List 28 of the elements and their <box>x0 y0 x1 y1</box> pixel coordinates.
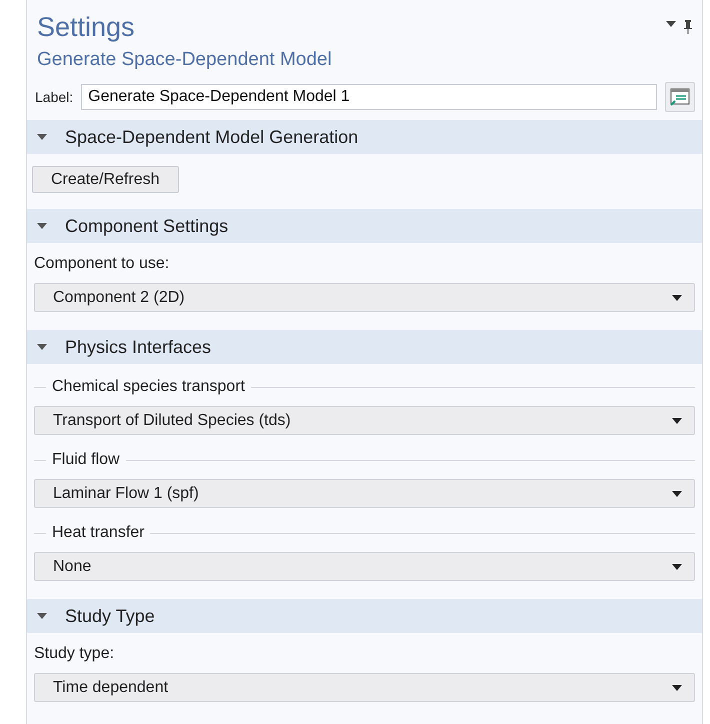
label-field[interactable]: Generate Space-Dependent Model 1 <box>81 84 657 110</box>
group-label: Heat transfer <box>52 524 144 542</box>
section-header[interactable]: Study Type <box>27 599 702 633</box>
dropdown[interactable]: Time dependent <box>34 673 695 702</box>
panel-title: Settings <box>37 11 135 44</box>
group-label: Chemical species transport <box>52 378 245 396</box>
caret-icon <box>672 564 682 570</box>
group-label: Fluid flow <box>52 451 120 469</box>
panel-subtitle: Generate Space-Dependent Model <box>36 48 333 70</box>
comment-icon <box>670 88 690 106</box>
field-label: Component to use: <box>34 255 170 273</box>
dropdown-icon[interactable] <box>666 20 676 28</box>
dropdown[interactable]: Component 2 (2D) <box>34 283 695 312</box>
section-header[interactable]: Physics Interfaces <box>27 330 702 364</box>
field-label: Study type: <box>34 645 116 663</box>
dropdown[interactable]: Laminar Flow 1 (spf) <box>34 479 695 508</box>
caret-icon <box>672 294 682 300</box>
pin-icon[interactable] <box>684 20 692 34</box>
caret-icon <box>672 418 682 424</box>
section-header[interactable]: Space-Dependent Model Generation <box>27 120 702 154</box>
caret-icon <box>672 684 682 690</box>
section-header[interactable]: Component Settings <box>27 209 702 243</box>
label-caption: Label: <box>35 89 74 105</box>
create-refresh-button[interactable]: Create/Refresh <box>32 166 178 193</box>
caret-icon <box>672 490 682 496</box>
dropdown[interactable]: None <box>34 552 695 581</box>
comment-button[interactable] <box>665 82 695 112</box>
dropdown[interactable]: Transport of Diluted Species (tds) <box>34 406 695 435</box>
